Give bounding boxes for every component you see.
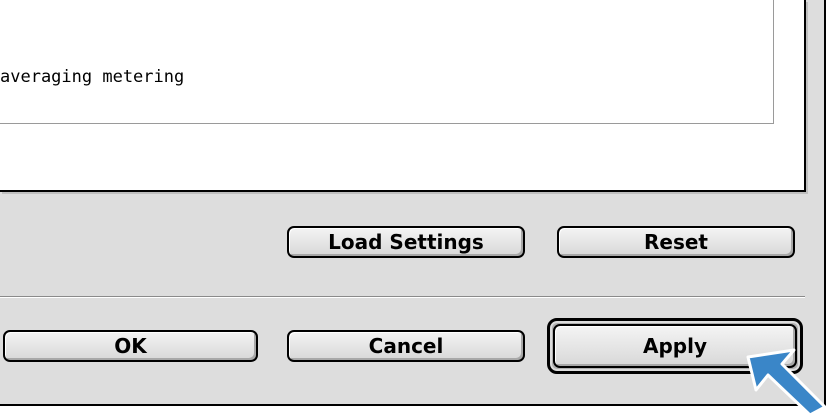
load-settings-button[interactable]: Load Settings	[287, 226, 525, 258]
settings-panel: averaging metering	[0, 0, 806, 192]
button-divider	[0, 296, 805, 298]
pointer-arrow-icon	[746, 348, 827, 417]
reset-button[interactable]: Reset	[557, 226, 795, 258]
dialog-window: averaging metering Load Settings Reset O…	[0, 0, 826, 406]
dialog-screen: averaging metering Load Settings Reset O…	[0, 0, 831, 417]
settings-info-box: averaging metering	[0, 0, 774, 124]
cancel-button[interactable]: Cancel	[287, 330, 525, 362]
metering-mode-text: averaging metering	[0, 67, 185, 87]
ok-button[interactable]: OK	[3, 330, 258, 362]
